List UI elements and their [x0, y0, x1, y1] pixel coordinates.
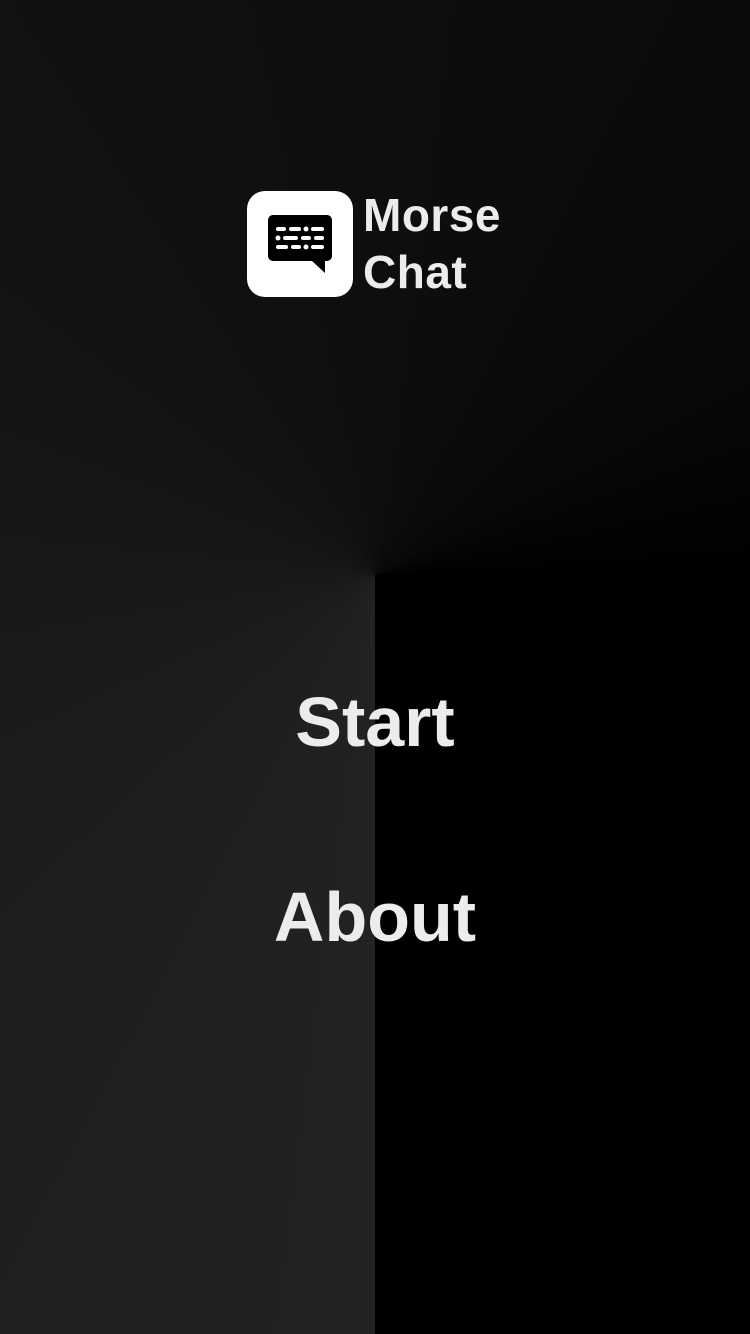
- about-button[interactable]: About: [0, 877, 750, 957]
- start-button[interactable]: Start: [0, 682, 750, 762]
- app-logo: Morse Chat: [247, 187, 501, 301]
- morse-chat-bubble-icon: [247, 191, 353, 297]
- app-title-line1: Morse: [363, 189, 501, 241]
- app-title-line2: Chat: [363, 246, 468, 298]
- app-title: Morse Chat: [363, 187, 501, 301]
